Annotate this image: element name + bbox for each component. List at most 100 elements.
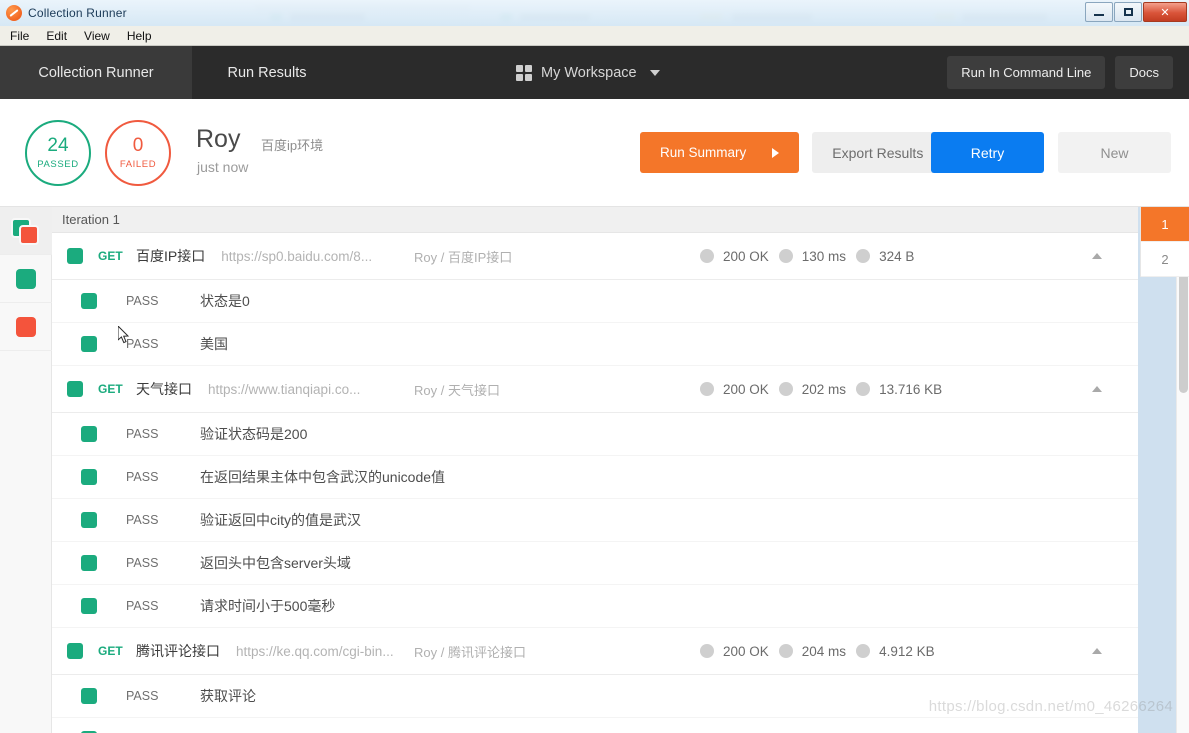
assertion-row: PASS 获取评论 [52, 675, 1138, 718]
green-square-icon [67, 381, 83, 397]
time-dot-icon [778, 249, 793, 263]
window-title: Collection Runner [28, 6, 127, 20]
green-square-icon [81, 426, 97, 442]
request-row[interactable]: GET 天气接口 https://www.tianqiapi.co... Roy… [52, 366, 1138, 413]
top-navigation-bar: Collection Runner Run Results My Workspa… [0, 46, 1189, 99]
status-code: 200 OK [723, 643, 769, 659]
assertion-status: PASS [126, 556, 159, 570]
failed-label: FAILED [119, 159, 157, 170]
export-results-button[interactable]: Export Results [812, 132, 944, 173]
tab-run-results-label: Run Results [227, 64, 307, 81]
assertion-text: 在返回结果主体中包含武汉的unicode值 [200, 469, 446, 485]
run-summary-button[interactable]: Run Summary [640, 132, 800, 173]
run-in-command-line-button[interactable]: Run In Command Line [947, 56, 1106, 89]
workspace-selector[interactable]: My Workspace [516, 46, 660, 99]
environment-label: 百度ip环境 [261, 138, 324, 153]
request-stats: 200 OK 130 ms 324 B [700, 249, 914, 264]
run-name: Roy [196, 125, 241, 153]
assertion-text: 美国 [200, 336, 228, 352]
all-filter-button[interactable] [0, 207, 52, 255]
request-name: 天气接口 [136, 381, 192, 397]
failed-counter: 0 FAILED [105, 120, 171, 186]
assertion-status: PASS [126, 513, 159, 527]
tab-collection-runner[interactable]: Collection Runner [0, 46, 209, 99]
new-button[interactable]: New [1058, 132, 1171, 173]
status-stat: 200 OK [700, 644, 769, 659]
green-red-squares-icon [11, 217, 41, 245]
time-stat: 130 ms [778, 249, 846, 264]
close-button[interactable]: ✕ [1143, 2, 1187, 22]
play-triangle-icon [772, 147, 780, 158]
iteration-pager: 1 2 [1140, 207, 1189, 277]
iteration-page-1[interactable]: 1 [1141, 207, 1189, 242]
green-square-icon [81, 469, 97, 485]
filter-rail [0, 207, 52, 733]
green-square-icon [81, 555, 97, 571]
request-url: https://www.tianqiapi.co... [208, 381, 361, 397]
request-path: Roy / 百度IP接口 [414, 249, 513, 265]
request-method: GET [98, 644, 123, 658]
request-path: Roy / 腾讯评论接口 [414, 644, 526, 660]
passed-filter-button[interactable] [0, 255, 52, 303]
iteration-page-2[interactable]: 2 [1141, 242, 1189, 277]
run-summary-label: Run Summary [660, 145, 747, 160]
request-row[interactable]: GET 百度IP接口 https://sp0.baidu.com/8... Ro… [52, 233, 1138, 280]
status-stat: 200 OK [700, 249, 769, 264]
assertion-status: PASS [126, 470, 159, 484]
request-name: 百度IP接口 [136, 248, 206, 264]
assertion-text: 返回头中包含server头域 [200, 555, 351, 571]
passed-count: 24 [47, 135, 69, 156]
chevron-up-icon[interactable] [1092, 253, 1102, 259]
chevron-up-icon[interactable] [1092, 648, 1102, 654]
chevron-up-icon[interactable] [1092, 386, 1102, 392]
green-square-icon [81, 598, 97, 614]
results-list: Iteration 1 GET 百度IP接口 https://sp0.baidu… [52, 207, 1138, 733]
window-controls: ✕ [1085, 2, 1187, 22]
iteration-label: Iteration 1 [62, 212, 120, 227]
green-square-icon [67, 248, 83, 264]
maximize-button[interactable] [1114, 2, 1142, 22]
green-square-icon [16, 268, 36, 289]
menu-edit[interactable]: Edit [46, 29, 67, 43]
summary-actions: Run Summary Export Results [640, 132, 944, 173]
assertion-status: PASS [126, 599, 159, 613]
request-stats: 200 OK 202 ms 13.716 KB [700, 382, 942, 397]
assertion-text: 获取评论 [200, 688, 256, 704]
menu-file[interactable]: File [10, 29, 29, 43]
chevron-down-icon [649, 69, 660, 76]
status-dot-icon [700, 644, 714, 658]
size-dot-icon [856, 382, 871, 396]
response-time: 202 ms [801, 381, 847, 397]
status-code: 200 OK [723, 248, 769, 264]
green-square-icon [67, 643, 83, 659]
menu-bar: File Edit View Help [0, 26, 1189, 46]
menu-help[interactable]: Help [127, 29, 152, 43]
size-stat: 4.912 KB [856, 644, 935, 659]
size-dot-icon [856, 644, 871, 658]
time-stat: 204 ms [778, 644, 846, 659]
window-titlebar: Collection Runner ✕ [0, 0, 1189, 26]
tab-run-results[interactable]: Run Results [192, 46, 359, 99]
request-url: https://ke.qq.com/cgi-bin... [236, 643, 394, 659]
minimize-button[interactable] [1085, 2, 1113, 22]
application-window: Collection Runner ✕ File Edit View Help … [0, 0, 1189, 733]
request-row[interactable]: GET 腾讯评论接口 https://ke.qq.com/cgi-bin... … [52, 628, 1138, 675]
iteration-header: Iteration 1 [52, 207, 1138, 233]
docs-button[interactable]: Docs [1115, 56, 1173, 89]
failed-filter-button[interactable] [0, 303, 52, 351]
assertion-row: PASS 验证返回中city的值是武汉 [52, 499, 1138, 542]
grid-icon [516, 64, 532, 81]
assertion-status: PASS [126, 337, 159, 351]
status-square-wrap [52, 248, 98, 264]
workspace-label: My Workspace [541, 64, 637, 81]
assertion-status: PASS [126, 689, 159, 703]
vertical-scrollbar[interactable] [1176, 207, 1189, 733]
retry-button[interactable]: Retry [931, 132, 1044, 173]
failed-count: 0 [132, 135, 144, 156]
run-timestamp: just now [197, 159, 249, 175]
status-code: 200 OK [723, 381, 769, 397]
assertion-status: PASS [126, 294, 159, 308]
assertion-row: PASS 状态是0 [52, 280, 1138, 323]
menu-view[interactable]: View [84, 29, 110, 43]
tab-collection-runner-label: Collection Runner [38, 64, 154, 81]
